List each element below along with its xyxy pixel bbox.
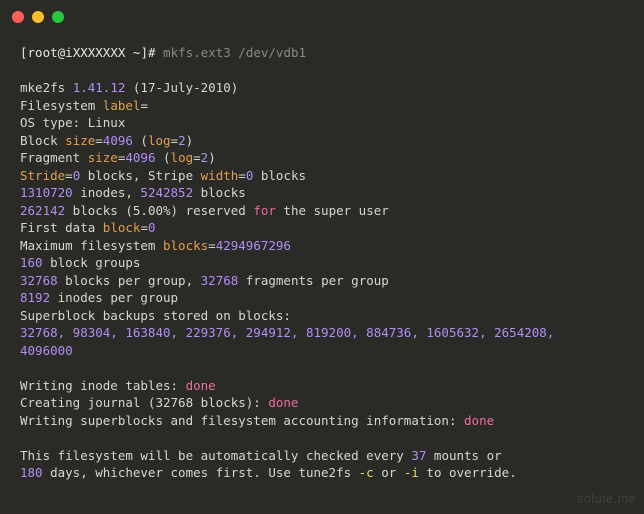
command-text	[156, 45, 164, 60]
writing-inode-line: Writing inode tables: done	[20, 378, 216, 393]
version-line: mke2fs 1.41.12 (17-July-2010)	[20, 80, 238, 95]
block-groups-line: 160 block groups	[20, 255, 140, 270]
stride-line: Stride=0 blocks, Stripe width=0 blocks	[20, 168, 306, 183]
watermark: solute.me	[577, 491, 636, 506]
maximize-icon[interactable]	[52, 11, 64, 23]
backup-list-2: 4096000	[20, 343, 73, 358]
command: mkfs.ext3 /dev/vdb1	[163, 45, 306, 60]
block-size-line: Block size=4096 (log=2)	[20, 133, 193, 148]
fragment-size-line: Fragment size=4096 (log=2)	[20, 150, 216, 165]
superblocks-line: Writing superblocks and filesystem accou…	[20, 413, 494, 428]
max-blocks-line: Maximum filesystem blocks=4294967296	[20, 238, 291, 253]
backup-header: Superblock backups stored on blocks:	[20, 308, 291, 323]
terminal-output[interactable]: [root@iXXXXXXX ~]# mkfs.ext3 /dev/vdb1 m…	[0, 34, 644, 496]
autocheck-line-1: This filesystem will be automatically ch…	[20, 448, 502, 463]
autocheck-line-2: 180 days, whichever comes first. Use tun…	[20, 465, 517, 480]
inodes-blocks-line: 1310720 inodes, 5242852 blocks	[20, 185, 246, 200]
minimize-icon[interactable]	[32, 11, 44, 23]
prompt: [root@iXXXXXXX ~]#	[20, 45, 156, 60]
reserved-line: 262142 blocks (5.00%) reserved for the s…	[20, 203, 389, 218]
terminal-window: [root@iXXXXXXX ~]# mkfs.ext3 /dev/vdb1 m…	[0, 0, 644, 514]
per-group-line: 32768 blocks per group, 32768 fragments …	[20, 273, 389, 288]
backup-list-1: 32768, 98304, 163840, 229376, 294912, 81…	[20, 325, 562, 340]
fs-label-line: Filesystem label=	[20, 98, 148, 113]
window-titlebar	[0, 0, 644, 34]
journal-line: Creating journal (32768 blocks): done	[20, 395, 298, 410]
first-data-block-line: First data block=0	[20, 220, 156, 235]
inodes-per-group-line: 8192 inodes per group	[20, 290, 178, 305]
os-type-line: OS type: Linux	[20, 115, 125, 130]
close-icon[interactable]	[12, 11, 24, 23]
